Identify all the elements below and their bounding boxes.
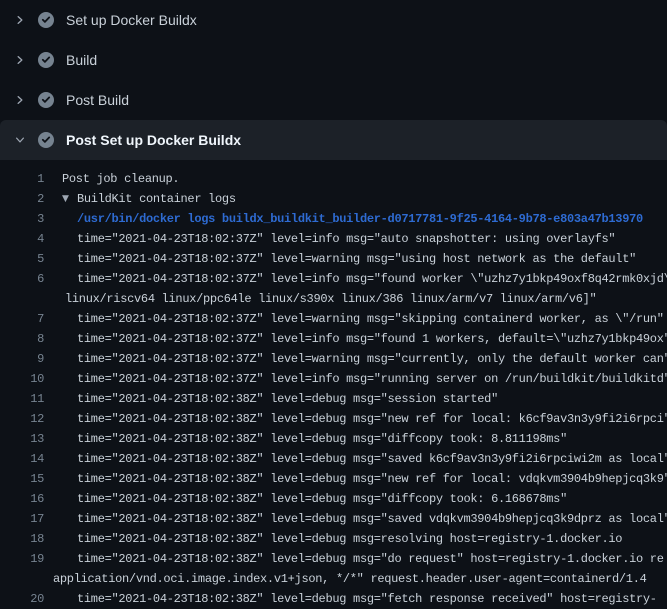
log-line[interactable]: 17 time="2021-04-23T18:02:38Z" level=deb…	[0, 509, 667, 529]
log-line-number[interactable]: 3	[0, 212, 44, 226]
step-label: Set up Docker Buildx	[66, 12, 197, 28]
log-line-number[interactable]: 10	[0, 372, 44, 386]
log-line-text: application/vnd.oci.image.index.v1+json,…	[53, 572, 647, 586]
log-line-text: linux/riscv64 linux/ppc64le linux/s390x …	[65, 292, 596, 306]
log-area: 1 Post job cleanup. 2 ▼ BuildKit contain…	[0, 160, 667, 609]
log-line-text: time="2021-04-23T18:02:38Z" level=debug …	[77, 432, 567, 446]
log-line[interactable]: 13 time="2021-04-23T18:02:38Z" level=deb…	[0, 429, 667, 449]
log-line-text: time="2021-04-23T18:02:37Z" level=info m…	[77, 272, 667, 286]
log-line[interactable]: 5 time="2021-04-23T18:02:37Z" level=warn…	[0, 249, 667, 269]
actions-log-viewer: Set up Docker Buildx Build Post Build	[0, 0, 667, 609]
check-circle-icon	[38, 132, 54, 148]
log-line-text: time="2021-04-23T18:02:38Z" level=debug …	[77, 592, 657, 606]
log-line[interactable]: linux/riscv64 linux/ppc64le linux/s390x …	[0, 289, 667, 309]
step-label: Post Set up Docker Buildx	[66, 132, 241, 148]
log-line-number[interactable]: 6	[0, 272, 44, 286]
log-line[interactable]: 16 time="2021-04-23T18:02:38Z" level=deb…	[0, 489, 667, 509]
log-line-number[interactable]: 16	[0, 492, 44, 506]
log-line[interactable]: 20 time="2021-04-23T18:02:38Z" level=deb…	[0, 589, 667, 609]
log-line-text: time="2021-04-23T18:02:38Z" level=debug …	[77, 412, 667, 426]
check-circle-icon	[38, 12, 54, 28]
chevron-right-icon[interactable]	[14, 94, 26, 106]
log-line-text: time="2021-04-23T18:02:38Z" level=debug …	[77, 532, 622, 546]
step-header-post-set-up-docker-buildx[interactable]: Post Set up Docker Buildx	[0, 120, 667, 160]
log-line-number[interactable]: 2	[0, 192, 44, 206]
log-line-text: BuildKit container logs	[77, 192, 236, 206]
log-line[interactable]: 1 Post job cleanup.	[0, 169, 667, 189]
log-line[interactable]: 8 time="2021-04-23T18:02:37Z" level=info…	[0, 329, 667, 349]
chevron-right-icon[interactable]	[14, 14, 26, 26]
log-line-text: time="2021-04-23T18:02:38Z" level=debug …	[77, 452, 667, 466]
log-line[interactable]: 19 time="2021-04-23T18:02:38Z" level=deb…	[0, 549, 667, 569]
log-line-number[interactable]: 7	[0, 312, 44, 326]
check-circle-icon	[38, 92, 54, 108]
log-line-text: time="2021-04-23T18:02:37Z" level=warnin…	[77, 352, 667, 366]
log-line[interactable]: 11 time="2021-04-23T18:02:38Z" level=deb…	[0, 389, 667, 409]
step-label: Post Build	[66, 92, 129, 108]
log-line-number[interactable]: 5	[0, 252, 44, 266]
step-header-build[interactable]: Build	[0, 40, 667, 80]
log-line[interactable]: 2 ▼ BuildKit container logs	[0, 189, 667, 209]
log-line-text: time="2021-04-23T18:02:38Z" level=debug …	[77, 552, 664, 566]
log-line-number[interactable]: 19	[0, 552, 44, 566]
log-line-number[interactable]: 11	[0, 392, 44, 406]
log-line-number[interactable]: 14	[0, 452, 44, 466]
log-line-text: Post job cleanup.	[62, 172, 179, 186]
chevron-down-icon[interactable]	[14, 134, 26, 146]
log-line[interactable]: 12 time="2021-04-23T18:02:38Z" level=deb…	[0, 409, 667, 429]
log-line-text: time="2021-04-23T18:02:37Z" level=warnin…	[77, 252, 636, 266]
group-collapse-icon[interactable]: ▼	[62, 194, 77, 204]
log-line[interactable]: application/vnd.oci.image.index.v1+json,…	[0, 569, 667, 589]
log-line[interactable]: 14 time="2021-04-23T18:02:38Z" level=deb…	[0, 449, 667, 469]
log-line-text: time="2021-04-23T18:02:37Z" level=warnin…	[77, 312, 664, 326]
log-line-number[interactable]: 4	[0, 232, 44, 246]
log-line-number[interactable]: 9	[0, 352, 44, 366]
log-line-text: /usr/bin/docker logs buildx_buildkit_bui…	[77, 212, 643, 226]
log-line-number[interactable]: 1	[0, 172, 44, 186]
check-circle-icon	[38, 52, 54, 68]
log-line[interactable]: 18 time="2021-04-23T18:02:38Z" level=deb…	[0, 529, 667, 549]
log-line-text: time="2021-04-23T18:02:37Z" level=info m…	[77, 372, 667, 386]
log-line-text: time="2021-04-23T18:02:38Z" level=debug …	[77, 512, 667, 526]
log-line-text: time="2021-04-23T18:02:37Z" level=info m…	[77, 232, 615, 246]
step-header-set-up-docker-buildx[interactable]: Set up Docker Buildx	[0, 0, 667, 40]
log-line[interactable]: 10 time="2021-04-23T18:02:37Z" level=inf…	[0, 369, 667, 389]
log-line[interactable]: 6 time="2021-04-23T18:02:37Z" level=info…	[0, 269, 667, 289]
step-list: Set up Docker Buildx Build Post Build	[0, 0, 667, 160]
log-line-number[interactable]: 20	[0, 592, 44, 606]
log-line[interactable]: 3 /usr/bin/docker logs buildx_buildkit_b…	[0, 209, 667, 229]
log-line-text: time="2021-04-23T18:02:38Z" level=debug …	[77, 392, 498, 406]
step-label: Build	[66, 52, 97, 68]
log-line[interactable]: 4 time="2021-04-23T18:02:37Z" level=info…	[0, 229, 667, 249]
log-line[interactable]: 9 time="2021-04-23T18:02:37Z" level=warn…	[0, 349, 667, 369]
log-line-number[interactable]: 15	[0, 472, 44, 486]
log-line-text: time="2021-04-23T18:02:38Z" level=debug …	[77, 492, 567, 506]
log-line[interactable]: 15 time="2021-04-23T18:02:38Z" level=deb…	[0, 469, 667, 489]
log-line-text: time="2021-04-23T18:02:38Z" level=debug …	[77, 472, 667, 486]
log-line-number[interactable]: 17	[0, 512, 44, 526]
step-header-post-build[interactable]: Post Build	[0, 80, 667, 120]
log-line-number[interactable]: 18	[0, 532, 44, 546]
log-line-number[interactable]: 13	[0, 432, 44, 446]
log-line[interactable]: 7 time="2021-04-23T18:02:37Z" level=warn…	[0, 309, 667, 329]
log-line-number[interactable]: 12	[0, 412, 44, 426]
chevron-right-icon[interactable]	[14, 54, 26, 66]
log-line-number[interactable]: 8	[0, 332, 44, 346]
log-line-text: time="2021-04-23T18:02:37Z" level=info m…	[77, 332, 667, 346]
